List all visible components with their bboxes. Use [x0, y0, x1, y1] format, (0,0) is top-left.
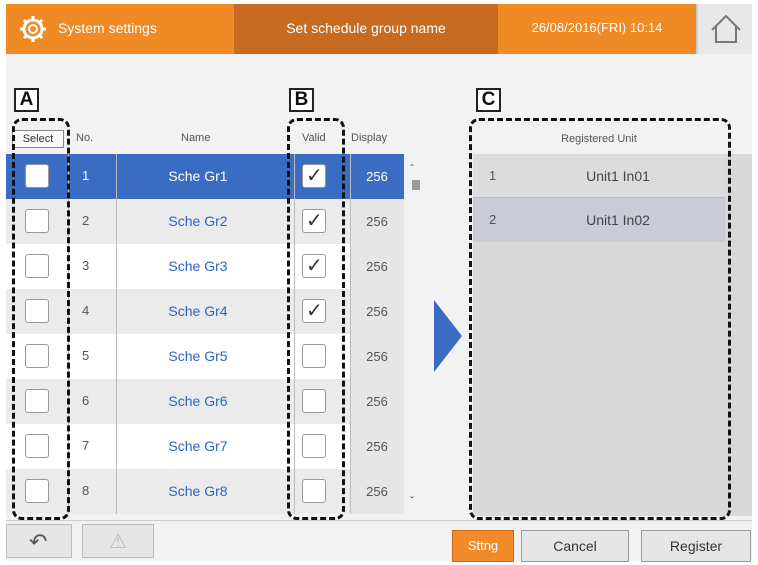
- group-name[interactable]: Sche Gr2: [138, 213, 258, 229]
- column-divider: [116, 154, 117, 514]
- home-icon: [711, 14, 741, 43]
- no-header: No.: [76, 132, 94, 144]
- datetime: 26/08/2016(FRI) 10:14: [531, 20, 663, 35]
- register-button[interactable]: Register: [641, 530, 751, 562]
- marker-c: C: [476, 88, 501, 112]
- name-header: Name: [181, 132, 211, 144]
- back-arrow-icon: ↶: [29, 529, 48, 554]
- screen-title: Set schedule group name: [286, 20, 446, 36]
- system-settings-area[interactable]: System settings: [6, 4, 234, 54]
- group-name[interactable]: Sche Gr6: [138, 393, 258, 409]
- system-settings-title: System settings: [58, 20, 157, 36]
- display-value: 256: [350, 469, 404, 514]
- display-value: 256: [350, 379, 404, 424]
- valid-column-frame: [287, 118, 345, 520]
- row-number: 6: [82, 393, 90, 408]
- group-name[interactable]: Sche Gr4: [138, 303, 258, 319]
- group-name[interactable]: Sche Gr8: [138, 483, 258, 499]
- group-name[interactable]: Sche Gr1: [138, 168, 258, 184]
- row-number: 5: [82, 348, 90, 363]
- home-button[interactable]: [696, 4, 752, 54]
- scroll-thumb[interactable]: [412, 180, 420, 190]
- group-name[interactable]: Sche Gr3: [138, 258, 258, 274]
- display-value: 256: [350, 199, 404, 244]
- gear-icon: [20, 16, 46, 42]
- display-header: Display: [351, 132, 388, 144]
- cancel-button[interactable]: Cancel: [521, 530, 629, 562]
- header-bar: System settings Set schedule group name …: [6, 4, 752, 54]
- row-number: 3: [82, 258, 90, 273]
- screen-title-area: Set schedule group name: [234, 4, 498, 54]
- display-value: 256: [350, 334, 404, 379]
- display-value: 256: [350, 424, 404, 469]
- datetime-area: 26/08/2016(FRI) 10:14: [498, 4, 696, 54]
- registered-unit-frame: [469, 118, 731, 520]
- select-column-frame: [12, 118, 70, 520]
- scroll-down-icon[interactable]: ˇ: [410, 494, 414, 508]
- display-value: 256: [350, 154, 404, 199]
- column-divider: [350, 154, 351, 514]
- display-value: 256: [350, 289, 404, 334]
- right-arrow-icon: [434, 300, 462, 372]
- row-number: 2: [82, 213, 90, 228]
- row-number: 4: [82, 303, 90, 318]
- warning-button[interactable]: ⚠: [82, 524, 154, 558]
- sttng-button[interactable]: Sttng: [452, 530, 514, 562]
- group-name[interactable]: Sche Gr5: [138, 348, 258, 364]
- marker-b: B: [289, 88, 314, 112]
- warning-icon: ⚠: [109, 531, 127, 553]
- marker-a: A: [14, 88, 39, 112]
- display-value: 256: [350, 244, 404, 289]
- group-name[interactable]: Sche Gr7: [138, 438, 258, 454]
- back-button[interactable]: ↶: [6, 524, 72, 558]
- row-number: 8: [82, 483, 90, 498]
- row-number: 1: [82, 168, 90, 183]
- row-number: 7: [82, 438, 90, 453]
- scroll-up-icon[interactable]: ˆ: [410, 162, 414, 176]
- scrollbar[interactable]: ˆ ˇ: [404, 154, 426, 514]
